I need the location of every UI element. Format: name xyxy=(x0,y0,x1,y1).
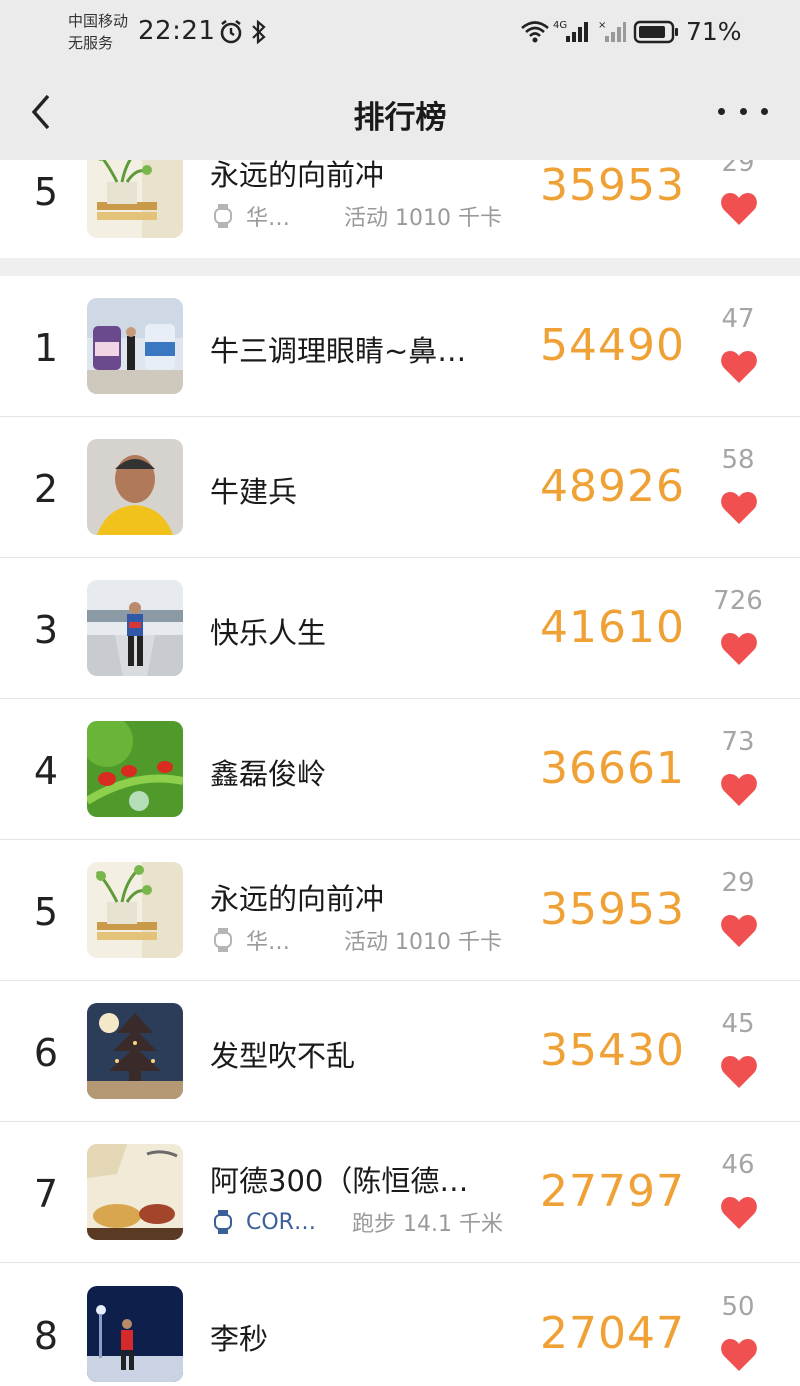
avatar[interactable] xyxy=(87,1286,183,1382)
list-item[interactable]: 2 牛建兵 48926 58 xyxy=(0,417,800,558)
user-name: 李秒 xyxy=(210,1322,269,1356)
user-name: 发型吹不乱 xyxy=(210,1039,356,1073)
score: 27047 xyxy=(540,1308,685,1359)
like-heart-icon[interactable] xyxy=(720,773,758,807)
activity-info: COR… 跑步 14.1 千米 xyxy=(212,1206,503,1238)
user-name: 阿德300（陈恒德… xyxy=(210,1164,469,1198)
list-item[interactable]: 5 永远的向前冲 华… 活动 1010 千卡 35953 29 xyxy=(0,840,800,981)
activity-text: 活动 1010 千卡 xyxy=(344,930,502,955)
avatar[interactable] xyxy=(87,298,183,394)
list-item[interactable]: 4 鑫磊俊岭 36661 73 xyxy=(0,699,800,840)
score: 35953 xyxy=(540,884,685,935)
carrier-service: 无服务 xyxy=(68,34,114,52)
device-info: 华… xyxy=(212,200,332,232)
score: 36661 xyxy=(540,743,685,794)
avatar[interactable] xyxy=(87,580,183,676)
like-count: 46 xyxy=(721,1150,755,1180)
watch-icon xyxy=(214,204,232,228)
like-heart-icon[interactable] xyxy=(720,491,758,525)
rank-number: 7 xyxy=(33,1172,59,1216)
list-item[interactable]: 7 阿德300（陈恒德… COR… 跑步 14.1 千米 27797 46 xyxy=(0,1122,800,1263)
like-count: 58 xyxy=(721,445,755,475)
list-item[interactable]: 8 李秒 27047 50 xyxy=(0,1264,800,1386)
rank-number: 8 xyxy=(33,1314,59,1358)
list-item[interactable]: 6 发型吹不乱 35430 45 xyxy=(0,981,800,1122)
score: 35953 xyxy=(540,160,685,211)
network-type-label: 4G xyxy=(553,20,567,31)
like-heart-icon[interactable] xyxy=(720,1338,758,1372)
score: 27797 xyxy=(540,1166,685,1217)
score: 41610 xyxy=(540,602,685,653)
section-divider xyxy=(0,258,800,276)
like-count: 47 xyxy=(721,304,755,334)
rank-number: 5 xyxy=(33,890,59,934)
like-heart-icon[interactable] xyxy=(720,914,758,948)
clock: 22:21 xyxy=(138,16,216,46)
like-heart-icon[interactable] xyxy=(720,632,758,666)
score: 48926 xyxy=(540,461,685,512)
activity-info: 华… 活动 1010 千卡 xyxy=(212,924,502,956)
rank-number: 1 xyxy=(33,326,59,370)
user-name: 鑫磊俊岭 xyxy=(210,757,327,791)
watch-icon xyxy=(214,1210,232,1234)
more-button[interactable] xyxy=(718,96,768,126)
watch-icon xyxy=(214,928,232,952)
rank-number: 2 xyxy=(33,467,59,511)
wifi-icon xyxy=(520,18,550,46)
rank-number: 5 xyxy=(33,170,59,214)
like-heart-icon[interactable] xyxy=(720,1055,758,1089)
like-count: 29 xyxy=(721,868,755,898)
device-name: COR… xyxy=(246,1209,316,1235)
battery-percent: 71% xyxy=(686,17,742,46)
device-name: 华… xyxy=(246,206,291,231)
activity-text: 活动 1010 千卡 xyxy=(344,206,502,231)
carrier-name: 中国移动 xyxy=(68,12,129,30)
avatar[interactable] xyxy=(87,1003,183,1099)
avatar[interactable] xyxy=(87,721,183,817)
like-count: 50 xyxy=(721,1292,755,1322)
list-item[interactable]: 1 牛三调理眼睛~鼻… 54490 47 xyxy=(0,276,800,417)
like-count: 726 xyxy=(713,586,763,616)
like-count: 73 xyxy=(721,727,755,757)
activity-info: 华… 活动 1010 千卡 xyxy=(212,200,502,232)
user-name: 永远的向前冲 xyxy=(210,882,385,916)
bluetooth-icon xyxy=(249,18,269,46)
device-info: COR… xyxy=(212,1209,332,1235)
rank-number: 6 xyxy=(33,1031,59,1075)
score: 54490 xyxy=(540,320,685,371)
like-count: 45 xyxy=(721,1009,755,1039)
signal-icon: 4G xyxy=(552,18,594,46)
status-bar: 中国移动 无服务 22:21 4G × 71% xyxy=(0,0,800,66)
rank-number: 4 xyxy=(33,749,59,793)
score: 35430 xyxy=(540,1025,685,1076)
user-name: 快乐人生 xyxy=(210,616,327,650)
avatar[interactable] xyxy=(87,439,183,535)
alarm-icon xyxy=(218,18,244,46)
list-item[interactable]: 3 快乐人生 41610 726 xyxy=(0,558,800,699)
like-heart-icon[interactable] xyxy=(720,1196,758,1230)
device-name: 华… xyxy=(246,930,291,955)
user-name: 牛三调理眼睛~鼻… xyxy=(210,334,467,368)
carrier-info: 中国移动 无服务 xyxy=(68,10,128,54)
like-heart-icon[interactable] xyxy=(720,350,758,384)
avatar[interactable] xyxy=(87,862,183,958)
like-heart-icon[interactable] xyxy=(720,192,758,226)
no-signal-icon: × xyxy=(597,18,627,46)
user-name: 牛建兵 xyxy=(210,475,298,509)
rank-number: 3 xyxy=(33,608,59,652)
device-info: 华… xyxy=(212,924,332,956)
activity-text: 跑步 14.1 千米 xyxy=(352,1212,503,1237)
avatar[interactable] xyxy=(87,1144,183,1240)
page-title: 排行榜 xyxy=(353,100,447,136)
battery-icon xyxy=(633,18,681,46)
nav-bar: 排行榜 xyxy=(0,66,800,160)
more-dots-icon xyxy=(718,107,725,115)
svg-text:×: × xyxy=(598,20,606,31)
